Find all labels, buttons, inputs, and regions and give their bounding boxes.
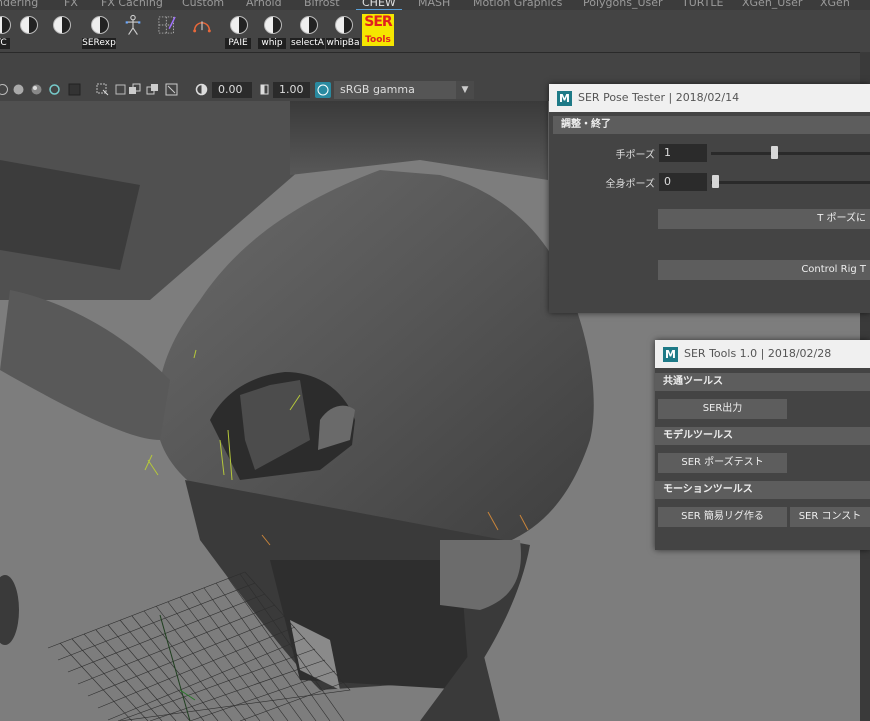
pose-tester-window: M SER Pose Tester | 2018/02/14 調整・終了 手ポー…: [549, 84, 870, 313]
exposure-field[interactable]: 0.00: [212, 82, 252, 98]
view-transform-dropdown[interactable]: sRGB gamma ▼: [334, 81, 474, 99]
body-pose-slider-handle[interactable]: [712, 175, 719, 188]
shelf-tab-mash[interactable]: MASH: [418, 0, 450, 9]
python-icon: [88, 14, 110, 36]
hand-pose-slider-handle[interactable]: [771, 146, 779, 159]
isolate-select-icon[interactable]: [48, 83, 61, 96]
body-pose-field[interactable]: 0: [659, 173, 707, 191]
selection-grid-icon: [158, 16, 176, 34]
hand-pose-label: 手ポーズ: [615, 150, 656, 161]
shelf-button-python-2[interactable]: [49, 14, 73, 50]
rig-figure-icon: [125, 14, 141, 35]
shelf-button-tc[interactable]: TC: [0, 14, 12, 50]
view-transform-value: sRGB gamma: [340, 83, 415, 96]
resolution-gate-icon[interactable]: [114, 83, 127, 96]
shelf-button-python-1[interactable]: [16, 14, 40, 50]
python-icon: [261, 14, 283, 36]
python-icon: [50, 14, 72, 36]
shelf-button-rig[interactable]: [120, 14, 146, 50]
python-icon: [332, 14, 354, 36]
adjust-section-header[interactable]: 調整・終了: [553, 116, 870, 134]
gamma-icon[interactable]: [258, 83, 271, 96]
safe-action-icon[interactable]: [146, 83, 159, 96]
select-camera-icon[interactable]: [96, 83, 109, 96]
ser-export-button[interactable]: SER出力: [658, 399, 787, 419]
shelf-tab-rendering[interactable]: ndering: [0, 0, 38, 9]
film-gate-icon[interactable]: [128, 83, 141, 96]
gate-mask-icon[interactable]: [165, 83, 178, 96]
gamma-field[interactable]: 1.00: [273, 82, 310, 98]
python-icon: [297, 14, 319, 36]
hand-pose-field[interactable]: 1: [659, 144, 707, 162]
xray-icon[interactable]: [68, 83, 81, 96]
body-pose-label: 全身ポーズ: [605, 179, 656, 190]
motion-tools-header[interactable]: モーションツールス: [655, 481, 870, 499]
common-tools-header[interactable]: 共通ツールス: [655, 373, 870, 391]
control-rig-button[interactable]: Control Rig T: [658, 260, 870, 280]
shelf-button-paie[interactable]: PAIE: [225, 14, 251, 50]
shelf-button-select-grid[interactable]: [153, 14, 181, 50]
ser-tools-titlebar[interactable]: M SER Tools 1.0 | 2018/02/28: [655, 340, 870, 368]
ser-tools-window: M SER Tools 1.0 | 2018/02/28 共通ツールス SER出…: [655, 340, 870, 550]
t-pose-button[interactable]: T ポーズに: [658, 209, 870, 229]
wireframe-shade-icon[interactable]: [0, 83, 9, 96]
ser-logo-subtext: Tools: [365, 35, 391, 45]
hand-pose-slider[interactable]: [711, 152, 870, 155]
default-material-icon[interactable]: [30, 83, 43, 96]
shelf-button-arc[interactable]: [188, 14, 216, 50]
shelf-tab-xgen[interactable]: XGen: [820, 0, 850, 9]
ser-pose-test-button[interactable]: SER ポーズテスト: [658, 453, 787, 473]
shelf-tab-bar: ndering FX FX Caching Custom Arnold Bifr…: [0, 0, 870, 10]
shelf-tab-polygons-user[interactable]: Polygons_User: [583, 0, 663, 9]
ser-logo-text: SER: [364, 14, 392, 30]
shelf-button-selecta[interactable]: selectA: [290, 14, 325, 50]
smooth-shade-icon[interactable]: [12, 83, 25, 96]
model-tools-header[interactable]: モデルツールス: [655, 427, 870, 445]
shelf-tab-fx-caching[interactable]: FX Caching: [101, 0, 163, 9]
shelf-tab-turtle[interactable]: TURTLE: [682, 0, 723, 9]
shelf-tab-motion-graphics[interactable]: Motion Graphics: [473, 0, 562, 9]
headphone-arc-icon: [193, 21, 211, 33]
color-management-icon[interactable]: [315, 82, 331, 98]
python-icon: [227, 14, 249, 36]
viewport-panel-toolbar: 0.00 1.00 sRGB gamma ▼: [0, 79, 480, 102]
shelf-button-serexp[interactable]: SERexp: [82, 14, 116, 50]
exposure-icon[interactable]: [195, 83, 208, 96]
shelf-button-whipba[interactable]: whipBa: [326, 14, 360, 50]
shelf-tab-bifrost[interactable]: Bifrost: [304, 0, 340, 9]
ser-tools-shelf-button[interactable]: SER Tools: [362, 14, 394, 46]
pose-tester-title: SER Pose Tester | 2018/02/14: [578, 91, 740, 104]
ser-tools-title: SER Tools 1.0 | 2018/02/28: [684, 347, 832, 360]
ser-simple-rig-button[interactable]: SER 簡易リグ作る: [658, 507, 787, 527]
shelf-button-whip[interactable]: whip: [258, 14, 286, 50]
shelf-tab-chew[interactable]: CHEW: [356, 0, 402, 10]
python-icon: [0, 14, 12, 36]
pose-tester-titlebar[interactable]: M SER Pose Tester | 2018/02/14: [549, 84, 870, 112]
shelf: TC SERexp: [0, 10, 870, 53]
maya-icon: M: [557, 91, 572, 106]
shelf-tab-arnold[interactable]: Arnold: [246, 0, 282, 9]
maya-icon: M: [663, 347, 678, 362]
ser-constraint-button[interactable]: SER コンスト: [790, 507, 870, 527]
body-pose-slider[interactable]: [711, 181, 870, 184]
shelf-tab-custom[interactable]: Custom: [182, 0, 224, 9]
shelf-tab-xgen-user[interactable]: XGen_User: [742, 0, 802, 9]
shelf-tab-fx[interactable]: FX: [64, 0, 78, 9]
chevron-down-icon: ▼: [456, 81, 474, 99]
python-icon: [17, 14, 39, 36]
